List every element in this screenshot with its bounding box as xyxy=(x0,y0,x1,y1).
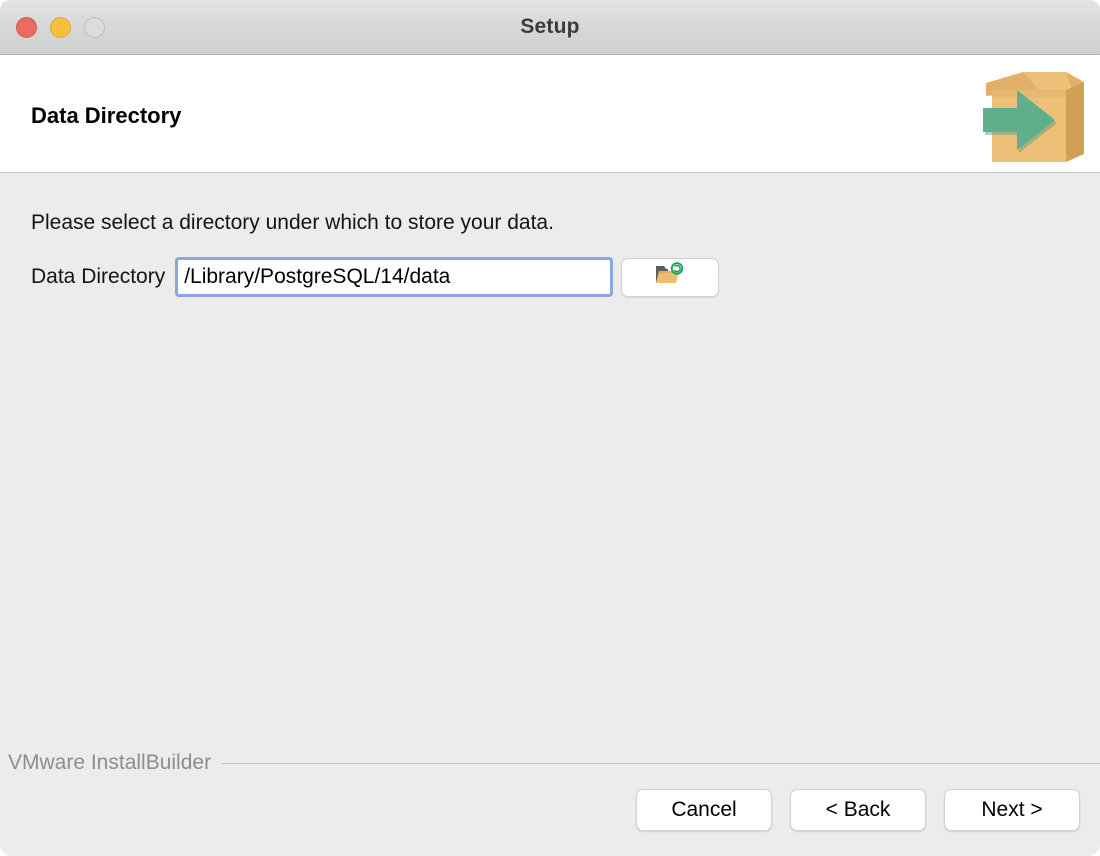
install-box-arrow-icon xyxy=(980,60,1090,170)
next-button[interactable]: Next > xyxy=(944,789,1080,831)
data-directory-input-wrapper[interactable] xyxy=(175,257,613,297)
data-directory-label: Data Directory xyxy=(31,265,165,289)
page-header: Data Directory xyxy=(0,55,1100,173)
brand-divider xyxy=(221,763,1100,764)
window-title: Setup xyxy=(0,0,1100,54)
data-directory-input[interactable] xyxy=(184,265,610,289)
instruction-text: Please select a directory under which to… xyxy=(31,211,554,235)
browse-directory-button[interactable] xyxy=(621,258,719,297)
brand-label: VMware InstallBuilder xyxy=(8,751,221,775)
setup-window: Setup Data Directory xyxy=(0,0,1100,856)
cancel-button[interactable]: Cancel xyxy=(636,789,772,831)
page-title: Data Directory xyxy=(31,103,181,129)
action-button-group: Cancel < Back Next > xyxy=(636,789,1080,831)
title-bar: Setup xyxy=(0,0,1100,55)
brand-row: VMware InstallBuilder xyxy=(8,751,1100,775)
back-button[interactable]: < Back xyxy=(790,789,926,831)
data-directory-row: Data Directory xyxy=(31,257,719,297)
page-body: Please select a directory under which to… xyxy=(0,173,1100,856)
folder-browse-icon xyxy=(655,262,685,293)
